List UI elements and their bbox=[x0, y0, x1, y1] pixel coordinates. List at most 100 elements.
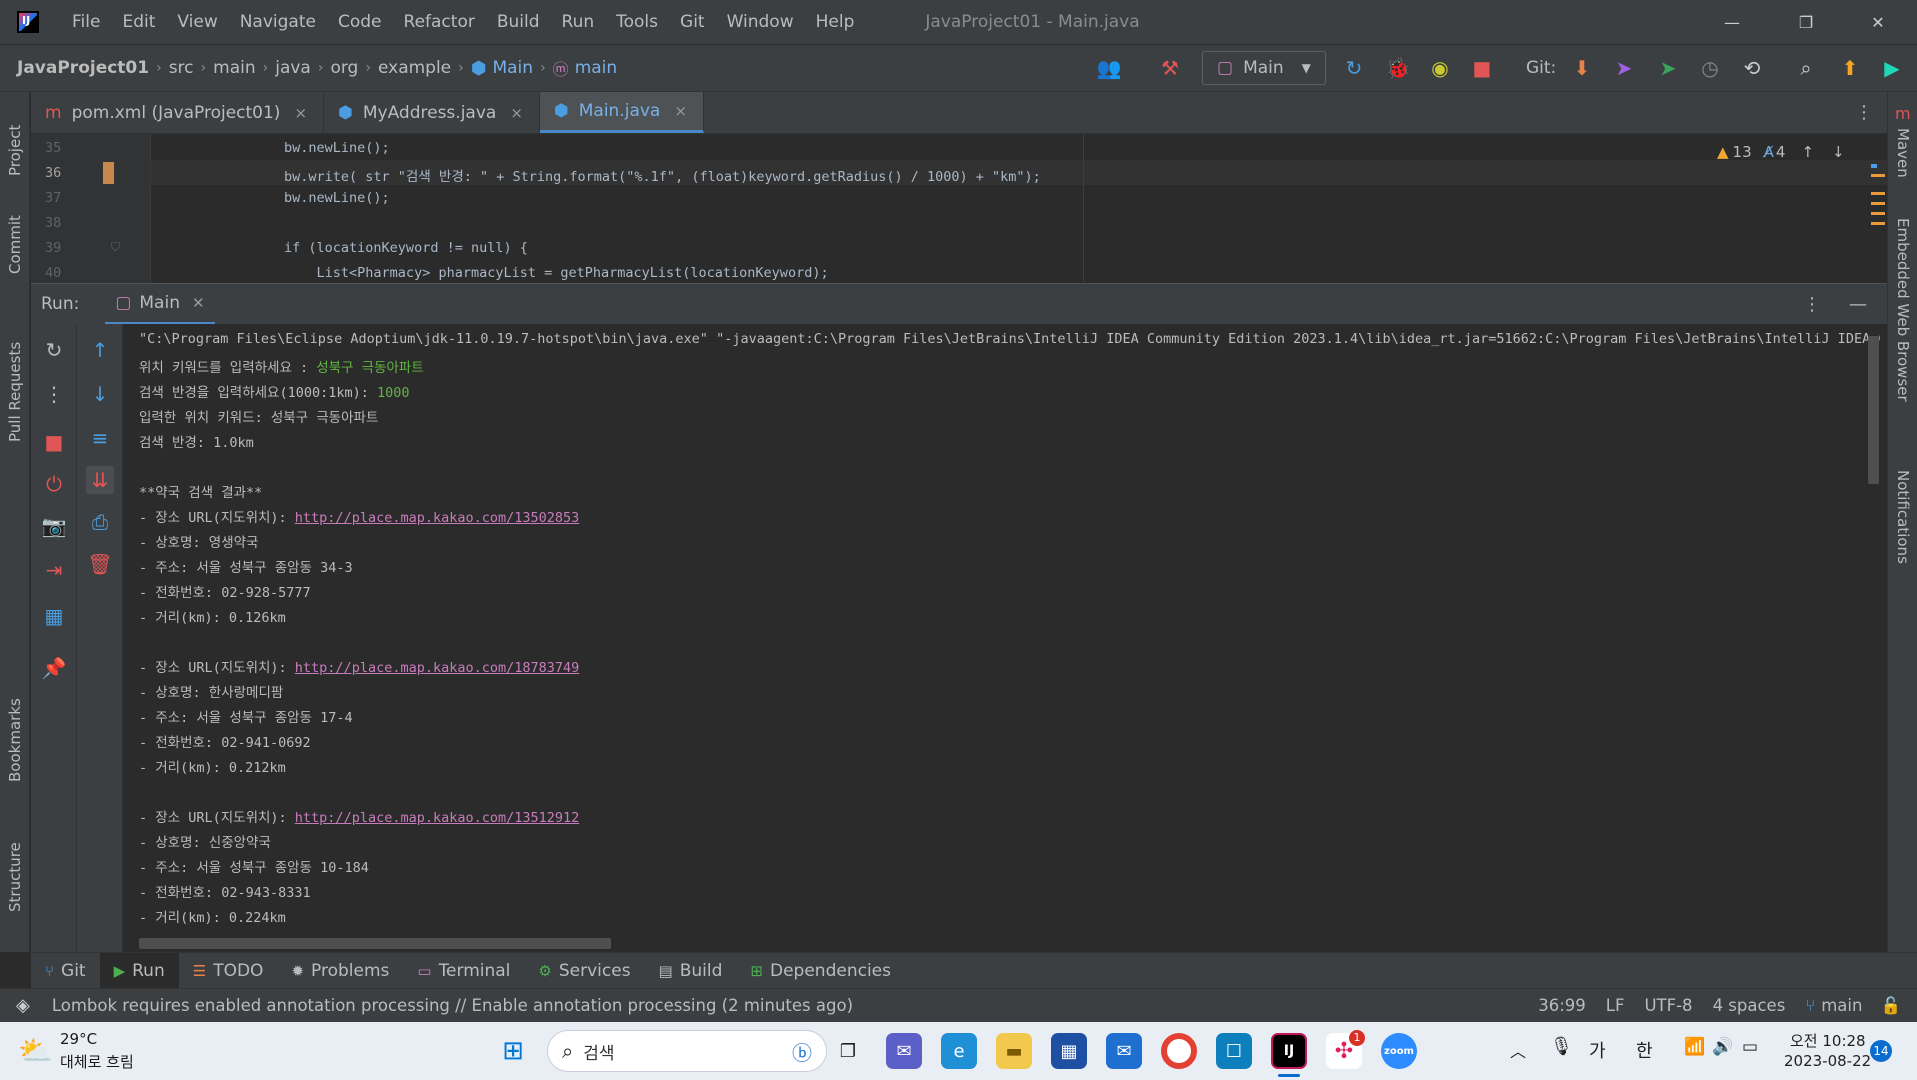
line-number-gutter[interactable]: 35 36 37 38 39 40 ⛉ bbox=[31, 134, 151, 283]
error-stripe[interactable] bbox=[1869, 164, 1887, 274]
rollback-icon[interactable]: ⟲ bbox=[1736, 52, 1768, 84]
teams-chat-icon[interactable]: ✉ bbox=[886, 1033, 922, 1069]
indent-setting[interactable]: 4 spaces bbox=[1713, 996, 1786, 1015]
volume-icon[interactable]: 🔊 bbox=[1712, 1037, 1733, 1057]
file-encoding[interactable]: UTF-8 bbox=[1644, 996, 1692, 1015]
pin-icon[interactable]: 📌 bbox=[40, 654, 68, 682]
trash-icon[interactable]: 🗑 bbox=[86, 550, 114, 578]
breadcrumb-src[interactable]: src bbox=[169, 58, 194, 78]
fold-icon[interactable]: ⛉ bbox=[111, 240, 120, 255]
restore-button[interactable]: ❐ bbox=[1776, 0, 1836, 44]
microsoft-store-icon[interactable]: ▦ bbox=[1051, 1033, 1087, 1069]
battery-icon[interactable]: ▭ bbox=[1742, 1037, 1758, 1057]
close-tab-icon[interactable]: × bbox=[674, 102, 687, 120]
place-url-link[interactable]: http://place.map.kakao.com/18783749 bbox=[295, 660, 579, 676]
git-commit-icon[interactable]: ➤ bbox=[1608, 52, 1640, 84]
tool-tab-commit[interactable]: Commit bbox=[6, 215, 24, 274]
vertical-scrollbar[interactable] bbox=[1868, 336, 1879, 484]
intellij-logo-icon[interactable] bbox=[17, 11, 39, 33]
tool-tab-structure[interactable]: Structure bbox=[6, 842, 24, 912]
menu-edit[interactable]: Edit bbox=[111, 12, 166, 32]
breadcrumb-main-folder[interactable]: main bbox=[213, 58, 255, 78]
next-highlight-icon[interactable]: ↓ bbox=[1832, 143, 1845, 161]
close-window-button[interactable]: ✕ bbox=[1848, 0, 1908, 44]
code-editor[interactable]: 35 36 37 38 39 40 ⛉ bw.newLine(); bw.wri… bbox=[31, 134, 1887, 283]
edge-browser-icon[interactable]: e bbox=[941, 1033, 977, 1069]
git-branch[interactable]: main bbox=[1821, 996, 1862, 1015]
menu-window[interactable]: Window bbox=[716, 12, 805, 32]
down-arrow-icon[interactable]: ↓ bbox=[86, 380, 114, 408]
exit-icon[interactable]: ⇥ bbox=[40, 556, 68, 584]
breadcrumb-org[interactable]: org bbox=[330, 58, 358, 78]
caret-position[interactable]: 36:99 bbox=[1538, 996, 1586, 1015]
console-output[interactable]: "C:\Program Files\Eclipse Adoptium\jdk-1… bbox=[123, 324, 1880, 940]
bottom-tab-todo[interactable]: ☰ TODO bbox=[179, 953, 278, 989]
wifi-icon[interactable]: 📶 bbox=[1684, 1037, 1705, 1057]
close-tab-icon[interactable]: × bbox=[510, 104, 523, 122]
menu-build[interactable]: Build bbox=[486, 12, 551, 32]
bottom-tab-services[interactable]: ⚙ Services bbox=[524, 953, 644, 989]
git-push-icon[interactable]: ➤ bbox=[1652, 52, 1684, 84]
debug-bug-icon[interactable]: 🐞 bbox=[1382, 52, 1414, 84]
print-icon[interactable]: ⎙ bbox=[86, 508, 114, 536]
desktop-app-icon[interactable]: ☐ bbox=[1216, 1033, 1252, 1069]
bottom-tab-git[interactable]: ⑂ Git bbox=[31, 953, 100, 989]
ime-mode-1[interactable]: 가 bbox=[1589, 1037, 1606, 1063]
status-message[interactable]: Lombok requires enabled annotation proce… bbox=[52, 996, 853, 1015]
windows-start-icon[interactable]: ⊞ bbox=[495, 1033, 531, 1069]
chrome-browser-icon[interactable] bbox=[1161, 1033, 1197, 1069]
menu-tools[interactable]: Tools bbox=[605, 12, 669, 32]
file-explorer-icon[interactable]: ▬ bbox=[996, 1033, 1032, 1069]
soft-wrap-icon[interactable]: ≡ bbox=[86, 424, 114, 452]
menu-run[interactable]: Run bbox=[551, 12, 606, 32]
stop-icon[interactable]: ■ bbox=[40, 428, 68, 456]
rerun-icon[interactable]: ↻ bbox=[40, 336, 68, 364]
build-hammer-icon[interactable]: ⚒ bbox=[1154, 52, 1186, 84]
bottom-tab-run[interactable]: ▶ Run bbox=[99, 952, 179, 989]
menu-file[interactable]: File bbox=[61, 12, 111, 32]
ime-mode-2[interactable]: 한 bbox=[1636, 1037, 1653, 1063]
zoom-icon[interactable]: zoom bbox=[1381, 1033, 1417, 1069]
close-tab-icon[interactable]: ✕ bbox=[192, 294, 205, 312]
stop-icon[interactable]: ■ bbox=[1466, 52, 1498, 84]
git-history-icon[interactable]: ◷ bbox=[1694, 52, 1726, 84]
bottom-tab-dependencies[interactable]: ⊞ Dependencies bbox=[736, 953, 905, 989]
lock-icon[interactable]: 🔓 bbox=[1880, 996, 1901, 1016]
place-url-link[interactable]: http://place.map.kakao.com/13502853 bbox=[295, 510, 579, 526]
close-tab-icon[interactable]: × bbox=[294, 104, 307, 122]
code-with-me-icon[interactable]: ▶ bbox=[1876, 52, 1908, 84]
tool-tab-maven[interactable]: Maven bbox=[1894, 128, 1912, 178]
line-separator[interactable]: LF bbox=[1606, 996, 1625, 1015]
breadcrumb-project[interactable]: JavaProject01 bbox=[17, 58, 149, 78]
up-arrow-icon[interactable]: ↑ bbox=[86, 336, 114, 364]
coverage-icon[interactable]: ◉ bbox=[1424, 52, 1456, 84]
taskbar-search[interactable]: ⌕ 검색 ⓑ bbox=[547, 1030, 827, 1072]
hide-panel-icon[interactable]: — bbox=[1849, 294, 1867, 315]
inspection-widget[interactable]: ▲ 13 A̸ 4 ↑ ↓ bbox=[1717, 143, 1845, 161]
plug-icon[interactable]: ⏻ bbox=[40, 470, 68, 498]
mail-icon[interactable]: ✉ bbox=[1106, 1033, 1142, 1069]
minimize-button[interactable]: — bbox=[1702, 0, 1762, 44]
bottom-tab-terminal[interactable]: ▭ Terminal bbox=[403, 953, 524, 989]
rerun-icon[interactable]: ↻ bbox=[1338, 52, 1370, 84]
menu-code[interactable]: Code bbox=[327, 12, 393, 32]
breadcrumb-class-main[interactable]: Main bbox=[492, 58, 533, 78]
more-icon[interactable]: ⋮ bbox=[40, 380, 68, 408]
tool-tab-embedded-web-browser[interactable]: Embedded Web Browser bbox=[1894, 218, 1912, 402]
git-update-icon[interactable]: ⬇ bbox=[1566, 52, 1598, 84]
breadcrumb-method-main[interactable]: main bbox=[575, 58, 617, 78]
layout-icon[interactable]: ▦ bbox=[40, 602, 68, 630]
tool-tab-bookmarks[interactable]: Bookmarks bbox=[6, 698, 24, 782]
tab-pom-xml[interactable]: ⅿ pom.xml (JavaProject01) × bbox=[31, 92, 325, 133]
camera-icon[interactable]: 📷 bbox=[40, 512, 68, 540]
tool-tab-pull-requests[interactable]: Pull Requests bbox=[6, 342, 24, 442]
breadcrumb-java[interactable]: java bbox=[275, 58, 311, 78]
layers-icon[interactable]: ◈ bbox=[16, 995, 30, 1016]
vcs-users-icon[interactable]: 👥 bbox=[1093, 52, 1125, 84]
tab-myaddress-java[interactable]: ⬢ MyAddress.java × bbox=[324, 92, 540, 133]
breadcrumb-example[interactable]: example bbox=[378, 58, 451, 78]
menu-help[interactable]: Help bbox=[805, 12, 866, 32]
bottom-tab-build[interactable]: ▤ Build bbox=[645, 953, 737, 989]
menu-view[interactable]: View bbox=[166, 12, 228, 32]
scroll-to-end-icon[interactable]: ⇊ bbox=[86, 466, 114, 494]
